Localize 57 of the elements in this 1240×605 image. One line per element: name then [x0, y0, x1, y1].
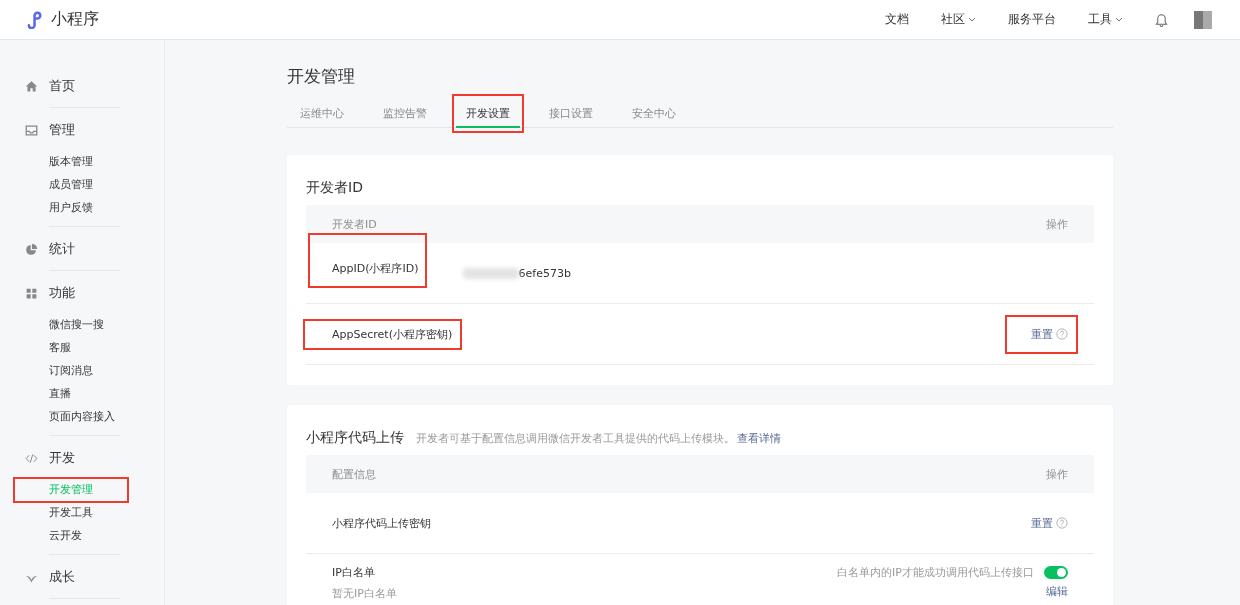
home-icon — [25, 79, 38, 93]
sidebar-section[interactable]: 统计 — [49, 240, 75, 258]
tab[interactable]: 开发设置 — [456, 101, 520, 128]
avatar[interactable] — [1194, 10, 1212, 29]
row-label: AppSecret(小程序密钥) — [332, 326, 453, 342]
row-hint: 暂无IP白名单 — [332, 586, 397, 601]
inbox-icon — [25, 123, 38, 137]
sidebar-item[interactable]: 订阅消息 — [49, 363, 93, 378]
sidebar-item[interactable]: 页面内容接入 — [49, 409, 115, 424]
column-header: 配置信息 — [332, 466, 376, 482]
column-header: 操作 — [1046, 466, 1068, 482]
sidebar-item[interactable]: 用户反馈 — [49, 200, 93, 215]
caret-icon — [968, 17, 976, 22]
nav-link[interactable]: 工具 — [1088, 11, 1123, 28]
sidebar-section[interactable]: 成长 — [49, 568, 75, 586]
sidebar-item[interactable]: 成员管理 — [49, 177, 93, 192]
nav-link[interactable]: 文档 — [885, 11, 909, 28]
pie-chart-icon — [25, 242, 38, 256]
sidebar-item[interactable]: 开发工具 — [49, 505, 93, 520]
sidebar-section[interactable]: 管理 — [49, 121, 75, 139]
row-label: AppID(小程序ID) — [332, 260, 419, 276]
card-description: 开发者可基于配置信息调用微信开发者工具提供的代码上传模块。 — [416, 431, 735, 446]
tab[interactable]: 监控告警 — [373, 101, 437, 128]
row-note: 白名单内的IP才能成功调用代码上传接口 — [837, 565, 1034, 580]
reset-link[interactable]: 重置 — [1031, 326, 1053, 342]
edit-link[interactable]: 编辑 — [1046, 584, 1068, 599]
grid-icon — [25, 286, 38, 300]
help-icon[interactable] — [1056, 517, 1068, 529]
code-icon — [25, 451, 38, 465]
reset-link[interactable]: 重置 — [1031, 515, 1053, 531]
card-title: 开发者ID — [306, 178, 363, 197]
details-link[interactable]: 查看详情 — [737, 431, 781, 446]
sidebar-section[interactable]: 开发 — [49, 449, 75, 467]
app-id-value: 6efe573b — [518, 266, 571, 280]
nav-link[interactable]: 社区 — [941, 11, 976, 28]
app-name: 小程序 — [51, 9, 99, 30]
sidebar-item[interactable]: 微信搜一搜 — [49, 317, 104, 332]
sidebar-section[interactable]: 首页 — [49, 77, 75, 95]
sidebar-item[interactable]: 客服 — [49, 340, 71, 355]
toggle-switch[interactable] — [1044, 566, 1068, 579]
page-title: 开发管理 — [287, 65, 356, 88]
sidebar-item[interactable]: 版本管理 — [49, 154, 93, 169]
column-header: 开发者ID — [332, 216, 377, 232]
help-icon[interactable] — [1056, 328, 1068, 340]
sidebar-item[interactable]: 直播 — [49, 386, 71, 401]
caret-icon — [1115, 17, 1123, 22]
row-label: 小程序代码上传密钥 — [332, 515, 431, 531]
sidebar-item[interactable]: 云开发 — [49, 528, 82, 543]
tab[interactable]: 安全中心 — [622, 101, 686, 128]
tab[interactable]: 接口设置 — [539, 101, 603, 128]
card-title: 小程序代码上传 — [306, 428, 404, 447]
tab[interactable]: 运维中心 — [290, 101, 354, 128]
row-label: IP白名单 — [332, 565, 375, 580]
nav-link[interactable]: 服务平台 — [1008, 11, 1056, 28]
column-header: 操作 — [1046, 216, 1068, 232]
sidebar-section[interactable]: 功能 — [49, 284, 75, 302]
notification-icon[interactable] — [1155, 12, 1168, 27]
